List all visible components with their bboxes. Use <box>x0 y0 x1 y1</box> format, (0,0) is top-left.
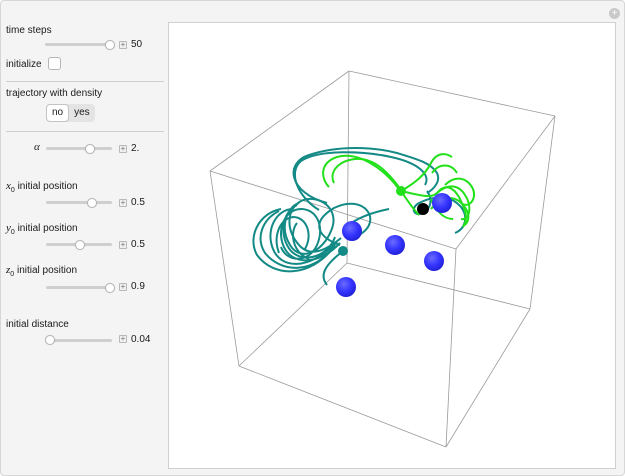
x0-slider-thumb[interactable] <box>87 198 97 208</box>
alpha-stepper-icon[interactable]: + <box>119 145 127 153</box>
initial-distance-label: initial distance <box>6 319 69 330</box>
y0-label: y0 initial position <box>6 222 78 236</box>
z0-slider-thumb[interactable] <box>105 283 115 293</box>
z0-value: 0.9 <box>131 281 145 292</box>
y0-text: initial position <box>14 223 78 234</box>
initial-distance-slider-thumb[interactable] <box>45 335 55 345</box>
bounding-box <box>209 70 556 448</box>
alpha-value: 2. <box>131 143 140 154</box>
blue-sphere <box>432 193 452 213</box>
time-steps-stepper-icon[interactable]: + <box>119 41 127 49</box>
separator <box>6 131 164 132</box>
plus-circle-icon[interactable]: + <box>609 8 620 19</box>
initial-distance-stepper-icon[interactable]: + <box>119 335 127 343</box>
time-steps-label: time steps <box>6 25 52 36</box>
trajectory-option-no[interactable]: no <box>46 104 70 122</box>
plot-3d-graphic <box>209 70 556 448</box>
alpha-slider-thumb[interactable] <box>85 144 95 154</box>
z0-stepper-icon[interactable]: + <box>119 283 127 291</box>
x0-slider[interactable] <box>46 201 112 204</box>
initialize-label: initialize <box>6 59 42 70</box>
x0-value: 0.5 <box>131 197 145 208</box>
x0-text: initial position <box>14 181 78 192</box>
time-steps-slider[interactable] <box>45 43 112 46</box>
time-steps-slider-thumb[interactable] <box>105 40 115 50</box>
alpha-slider[interactable] <box>46 147 112 150</box>
separator <box>6 81 164 82</box>
density-spheres <box>336 193 452 297</box>
trajectory-density-label: trajectory with density <box>6 88 103 99</box>
y0-value: 0.5 <box>131 239 145 250</box>
alpha-label: α <box>34 141 40 153</box>
initial-distance-slider[interactable] <box>46 339 112 342</box>
blue-sphere <box>424 251 444 271</box>
z0-label: z0 initial position <box>6 264 77 278</box>
green-ball <box>396 186 406 196</box>
trajectory-density-toggle[interactable]: no yes <box>46 104 95 122</box>
teal-ball <box>338 246 348 256</box>
initialize-checkbox[interactable] <box>48 57 61 70</box>
z0-text: initial position <box>14 265 77 276</box>
blue-sphere <box>336 277 356 297</box>
y0-slider-thumb[interactable] <box>75 240 85 250</box>
time-steps-value: 50 <box>131 39 143 50</box>
trajectory-option-yes[interactable]: yes <box>69 104 95 122</box>
initial-distance-value: 0.04 <box>131 334 151 345</box>
y0-stepper-icon[interactable]: + <box>119 241 127 249</box>
black-ball <box>417 203 429 215</box>
z0-slider[interactable] <box>46 286 112 289</box>
blue-sphere <box>385 235 405 255</box>
control-panel: time steps + 50 initialize trajectory wi… <box>0 0 168 476</box>
x0-stepper-icon[interactable]: + <box>119 199 127 207</box>
alpha-symbol: α <box>34 141 40 153</box>
blue-sphere <box>342 221 362 241</box>
x0-label: x0 initial position <box>6 180 78 194</box>
plot-3d[interactable] <box>168 22 616 469</box>
